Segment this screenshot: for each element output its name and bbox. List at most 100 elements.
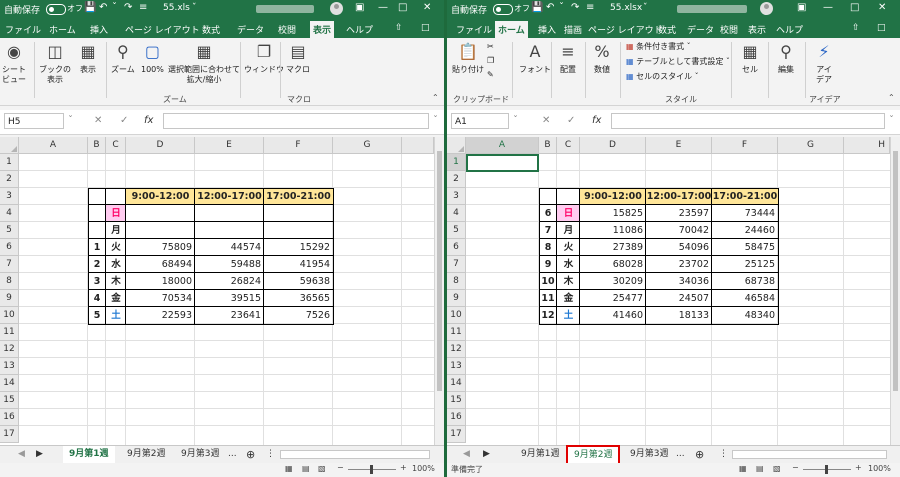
row-header-11[interactable]: 11	[0, 324, 19, 341]
row-header-17[interactable]: 17	[447, 426, 466, 443]
next-sheet-icon[interactable]: ▶	[483, 446, 490, 463]
weekday-cell[interactable]: 日	[557, 205, 580, 222]
weekday-cell[interactable]: 火	[557, 239, 580, 256]
row-header-7[interactable]: 7	[447, 256, 466, 273]
row-header-15[interactable]: 15	[447, 392, 466, 409]
title-dropdown-icon[interactable]: ˇ	[643, 3, 648, 13]
value-cell[interactable]: 46584	[712, 290, 778, 307]
undo-dropdown-icon[interactable]: ˇ	[112, 2, 117, 13]
format-painter-icon[interactable]: ✎	[487, 70, 494, 80]
next-sheet-icon[interactable]: ▶	[36, 446, 43, 463]
row-header-9[interactable]: 9	[447, 290, 466, 307]
tab-view[interactable]: 表示	[748, 23, 766, 36]
row-header-4[interactable]: 4	[0, 205, 19, 222]
close-icon[interactable]: ✕	[878, 2, 886, 13]
number-format-button[interactable]: % 数値	[591, 41, 613, 75]
tab-help[interactable]: ヘルプ	[346, 23, 373, 36]
editing-button[interactable]: ⚲ 編集	[775, 41, 797, 75]
redo-icon[interactable]: ↷	[124, 2, 132, 13]
window-button[interactable]: ❐ ウィンドウ	[244, 41, 284, 75]
day-number-cell[interactable]: 3	[88, 273, 106, 290]
row-header-2[interactable]: 2	[447, 171, 466, 188]
day-number-cell[interactable]: 7	[539, 222, 557, 239]
column-header-f[interactable]: F	[712, 137, 778, 154]
select-all-corner[interactable]	[0, 137, 19, 154]
sheet-tab-week3[interactable]: 9月第3週	[630, 446, 668, 463]
zoom-slider-thumb[interactable]	[370, 465, 373, 474]
table-header-cell[interactable]: 17:00-21:00	[264, 188, 333, 205]
weekday-cell[interactable]: 月	[106, 222, 126, 239]
row-header-10[interactable]: 10	[0, 307, 19, 324]
copy-icon[interactable]: ❐	[487, 56, 494, 66]
cancel-icon[interactable]: ✕	[542, 115, 550, 126]
value-cell[interactable]: 70534	[126, 290, 195, 307]
value-cell[interactable]: 24460	[712, 222, 778, 239]
value-cell[interactable]: 22593	[126, 307, 195, 324]
ideas-button[interactable]: ⚡ アイ デア	[813, 41, 835, 85]
conditional-format-button[interactable]: ▦ 条件付き書式 ˇ	[626, 42, 691, 52]
value-cell[interactable]: 44574	[195, 239, 264, 256]
avatar[interactable]	[330, 2, 343, 15]
weekday-cell[interactable]: 金	[557, 290, 580, 307]
column-header-c[interactable]: C	[106, 137, 126, 154]
book-view-button[interactable]: ◫ ブックの 表示	[39, 41, 71, 85]
day-number-cell[interactable]: 1	[88, 239, 106, 256]
vertical-scrollbar[interactable]	[890, 137, 900, 445]
select-all-corner[interactable]	[447, 137, 466, 154]
tab-insert[interactable]: 挿入	[538, 23, 556, 36]
avatar[interactable]	[760, 2, 773, 15]
cancel-icon[interactable]: ✕	[94, 115, 102, 126]
row-header-9[interactable]: 9	[0, 290, 19, 307]
cut-icon[interactable]: ✂	[487, 42, 494, 52]
format-as-table-button[interactable]: ▦ テーブルとして書式設定 ˇ	[626, 57, 730, 67]
display-button[interactable]: ▦ 表示	[77, 41, 99, 75]
value-cell[interactable]: 68028	[580, 256, 646, 273]
normal-view-icon[interactable]: ▦	[739, 464, 747, 473]
autosave-toggle[interactable]	[493, 4, 513, 15]
add-sheet-icon[interactable]: ⊕	[246, 446, 255, 463]
value-cell[interactable]: 41460	[580, 307, 646, 324]
row-header-15[interactable]: 15	[0, 392, 19, 409]
weekday-cell[interactable]: 水	[557, 256, 580, 273]
weekday-cell[interactable]: 土	[106, 307, 126, 324]
column-header-b[interactable]: B	[88, 137, 106, 154]
row-header-16[interactable]: 16	[0, 409, 19, 426]
tab-help[interactable]: ヘルプ	[776, 23, 803, 36]
sheet-tab-week2[interactable]: 9月第2週	[127, 446, 165, 463]
tab-data[interactable]: データ	[237, 23, 264, 36]
value-cell[interactable]: 25477	[580, 290, 646, 307]
weekday-cell[interactable]: 木	[557, 273, 580, 290]
value-cell[interactable]: 48340	[712, 307, 778, 324]
value-cell[interactable]: 11086	[580, 222, 646, 239]
value-cell[interactable]: 15825	[580, 205, 646, 222]
zoom-level[interactable]: 100%	[868, 464, 891, 473]
row-header-5[interactable]: 5	[447, 222, 466, 239]
day-number-cell[interactable]: 2	[88, 256, 106, 273]
formula-input[interactable]	[163, 113, 429, 129]
zoom-out-icon[interactable]: −	[792, 463, 799, 472]
zoom-out-icon[interactable]: −	[337, 463, 344, 472]
weekday-cell[interactable]: 火	[106, 239, 126, 256]
ribbon-display-icon[interactable]: ▣	[355, 2, 364, 13]
vertical-scrollbar[interactable]	[434, 137, 444, 445]
value-cell[interactable]: 58475	[712, 239, 778, 256]
name-box[interactable]: A1	[451, 113, 509, 129]
expand-formula-icon[interactable]: ˇ	[889, 115, 894, 126]
expand-formula-icon[interactable]: ˇ	[433, 115, 438, 126]
value-cell[interactable]: 23641	[195, 307, 264, 324]
row-header-10[interactable]: 10	[447, 307, 466, 324]
active-cell-a1[interactable]	[466, 154, 539, 172]
page-layout-icon[interactable]: ▤	[302, 464, 310, 473]
scroll-thumb[interactable]	[893, 151, 898, 391]
row-header-6[interactable]: 6	[447, 239, 466, 256]
column-header-a[interactable]: A	[19, 137, 88, 154]
autosave-toggle[interactable]	[46, 4, 66, 15]
add-sheet-icon[interactable]: ⊕	[695, 446, 704, 463]
tab-formulas[interactable]: 数式	[202, 23, 220, 36]
tab-file[interactable]: ファイル	[5, 23, 41, 36]
row-header-7[interactable]: 7	[0, 256, 19, 273]
day-number-cell[interactable]: 6	[539, 205, 557, 222]
prev-sheet-icon[interactable]: ◀	[463, 446, 470, 463]
tab-formulas[interactable]: 数式	[658, 23, 676, 36]
row-header-8[interactable]: 8	[447, 273, 466, 290]
